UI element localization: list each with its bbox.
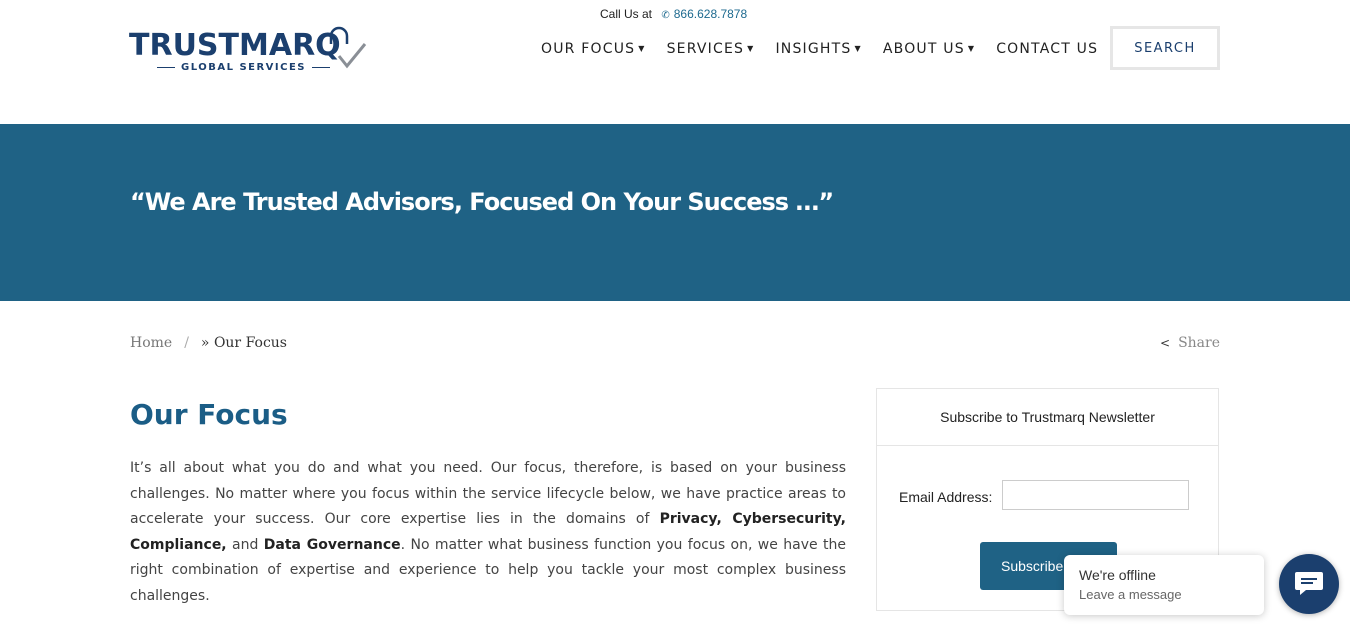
logo[interactable]: TRUSTMARQ GLOBAL SERVICES [129,26,369,74]
caret-down-icon: ▼ [854,44,862,53]
phone-icon: ✆ [661,10,670,21]
hero-title: “We Are Trusted Advisors, Focused On You… [130,188,834,216]
share-button[interactable]: < Share [1160,335,1220,351]
hero-banner: “We Are Trusted Advisors, Focused On You… [0,124,1350,301]
caret-down-icon: ▼ [967,44,976,53]
chat-status: We're offline [1079,567,1156,583]
lock-check-icon [329,26,367,69]
caret-down-icon: ▼ [638,44,646,53]
nav-insights[interactable]: INSIGHTS ▼ [775,38,861,60]
search-button[interactable]: SEARCH [1110,26,1220,70]
breadcrumb-home[interactable]: Home [130,335,172,351]
newsletter-title: Subscribe to Trustmarq Newsletter [877,389,1218,446]
nav-our-focus[interactable]: OUR FOCUS ▼ [541,38,646,60]
breadcrumb-separator: / [184,335,189,351]
nav-about-us[interactable]: ABOUT US ▼ [883,38,975,60]
nav-services[interactable]: SERVICES ▼ [667,38,755,60]
breadcrumb: Home / » Our Focus [130,335,287,351]
breadcrumb-current: » Our Focus [200,335,287,351]
logo-tagline: GLOBAL SERVICES [151,62,336,73]
share-icon: < [1160,336,1171,350]
chat-launcher-button[interactable] [1279,554,1339,614]
page-title: Our Focus [130,398,288,431]
site-header: Call Us at ✆ 866.628.7878 TRUSTMARQ GLOBA… [0,0,1350,124]
logo-wordmark: TRUSTMARQ [129,28,341,63]
intro-paragraph: It’s all about what you do and what you … [130,460,846,604]
call-us-label: Call Us at [600,7,653,21]
main-nav: OUR FOCUS ▼ SERVICES ▼ INSIGHTS ▼ ABOUT US ▼… [541,38,1119,60]
share-label: Share [1178,335,1220,351]
caret-down-icon: ▼ [747,44,755,53]
chat-offline-bubble[interactable]: We're offline Leave a message [1064,555,1264,615]
chat-leave-message: Leave a message [1079,587,1182,602]
chat-icon [1295,572,1323,595]
bold-data-governance: Data Governance [263,536,401,553]
phone-link[interactable]: 866.628.7878 [674,7,747,21]
email-field[interactable] [1002,480,1189,510]
nav-contact-us[interactable]: CONTACT US [996,38,1098,60]
email-label: Email Address: [899,489,993,505]
call-us: Call Us at ✆ 866.628.7878 [600,7,747,21]
